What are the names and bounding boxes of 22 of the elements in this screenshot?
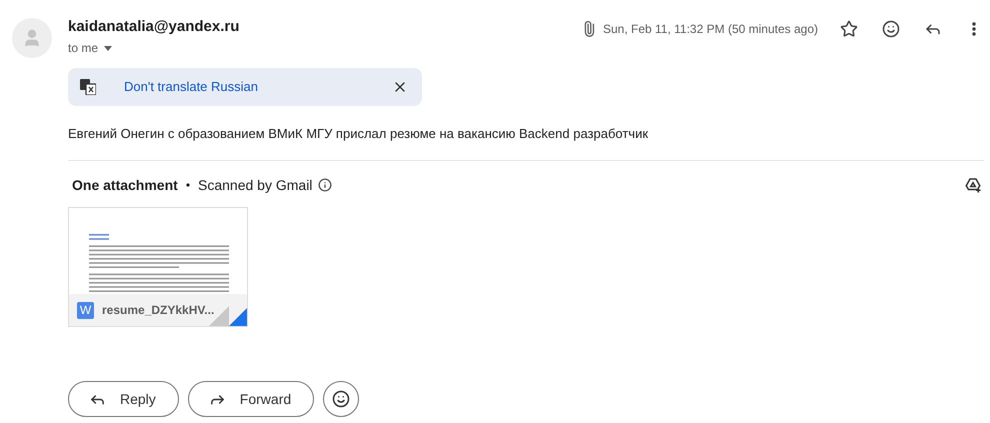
separator-dot: • — [186, 177, 190, 194]
sender-email: kaidanatalia@yandex.ru — [68, 17, 240, 37]
dont-translate-link[interactable]: Don't translate Russian — [124, 77, 258, 97]
emoji-reaction-button[interactable] — [323, 381, 360, 417]
file-name: resume_DZYkkHV... — [102, 302, 214, 319]
date-text: Sun, Feb 11, 11:32 PM (50 minutes ago) — [602, 21, 818, 38]
more-icon — [972, 22, 976, 36]
scan-note: Scanned by Gmail — [198, 176, 312, 195]
message-body: Евгений Онегин с образованием ВМиК МГУ прислал резюме на вакансию Backend разработчик — [68, 125, 650, 143]
forward-action-button[interactable]: Forward — [188, 381, 314, 417]
word-file-icon: W — [77, 302, 94, 318]
emoji-button[interactable] — [880, 18, 902, 40]
recipient-text: to me — [68, 40, 98, 57]
details-dropdown-icon[interactable] — [104, 46, 112, 50]
reply-action-button[interactable]: Reply — [68, 381, 179, 417]
attachment-card[interactable]: W resume_DZYkkHV... — [68, 207, 248, 327]
info-icon[interactable] — [318, 178, 332, 192]
smiley-icon — [882, 20, 900, 38]
smiley-icon — [332, 390, 350, 408]
star-icon — [840, 20, 858, 38]
attachments-title: One attachment — [72, 176, 178, 194]
translate-icon — [80, 79, 96, 95]
